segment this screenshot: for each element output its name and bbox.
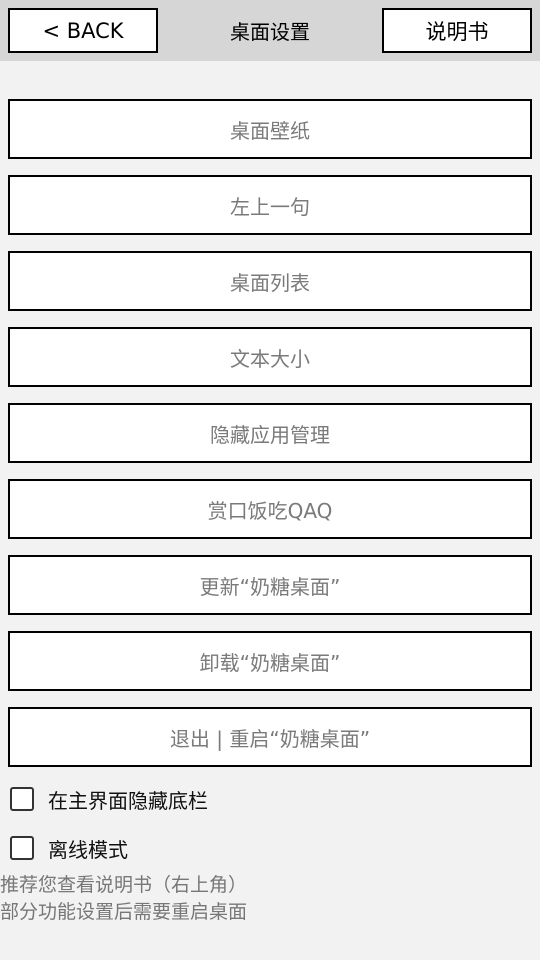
menu-item-desktop-list[interactable]: 桌面列表 <box>8 251 532 311</box>
menu-item-wallpaper[interactable]: 桌面壁纸 <box>8 99 532 159</box>
hint-text-restart: 部分功能设置后需要重启桌面 <box>0 901 248 923</box>
manual-button[interactable]: 说明书 <box>382 8 532 53</box>
menu-item-top-left-quote[interactable]: 左上一句 <box>8 175 532 235</box>
settings-menu: 桌面壁纸 左上一句 桌面列表 文本大小 隐藏应用管理 赏口饭吃QAQ 更新“奶糖… <box>8 99 532 783</box>
menu-item-exit-restart[interactable]: 退出 | 重启“奶糖桌面” <box>8 707 532 767</box>
offline-mode-checkbox[interactable] <box>10 836 34 860</box>
hide-bottom-bar-checkbox[interactable] <box>10 787 34 811</box>
hide-bottom-bar-option[interactable]: 在主界面隐藏底栏 <box>10 785 208 813</box>
menu-item-text-size[interactable]: 文本大小 <box>8 327 532 387</box>
hint-text-manual: 推荐您查看说明书（右上角） <box>0 874 248 896</box>
back-button[interactable]: < BACK <box>8 8 158 53</box>
menu-item-update[interactable]: 更新“奶糖桌面” <box>8 555 532 615</box>
hide-bottom-bar-label: 在主界面隐藏底栏 <box>48 788 208 813</box>
offline-mode-option[interactable]: 离线模式 <box>10 834 128 862</box>
page-title: 桌面设置 <box>230 20 310 44</box>
menu-item-hidden-apps[interactable]: 隐藏应用管理 <box>8 403 532 463</box>
menu-item-donate[interactable]: 赏口饭吃QAQ <box>8 479 532 539</box>
top-bar: < BACK 桌面设置 说明书 <box>0 0 540 61</box>
menu-item-uninstall[interactable]: 卸载“奶糖桌面” <box>8 631 532 691</box>
offline-mode-label: 离线模式 <box>48 837 128 862</box>
